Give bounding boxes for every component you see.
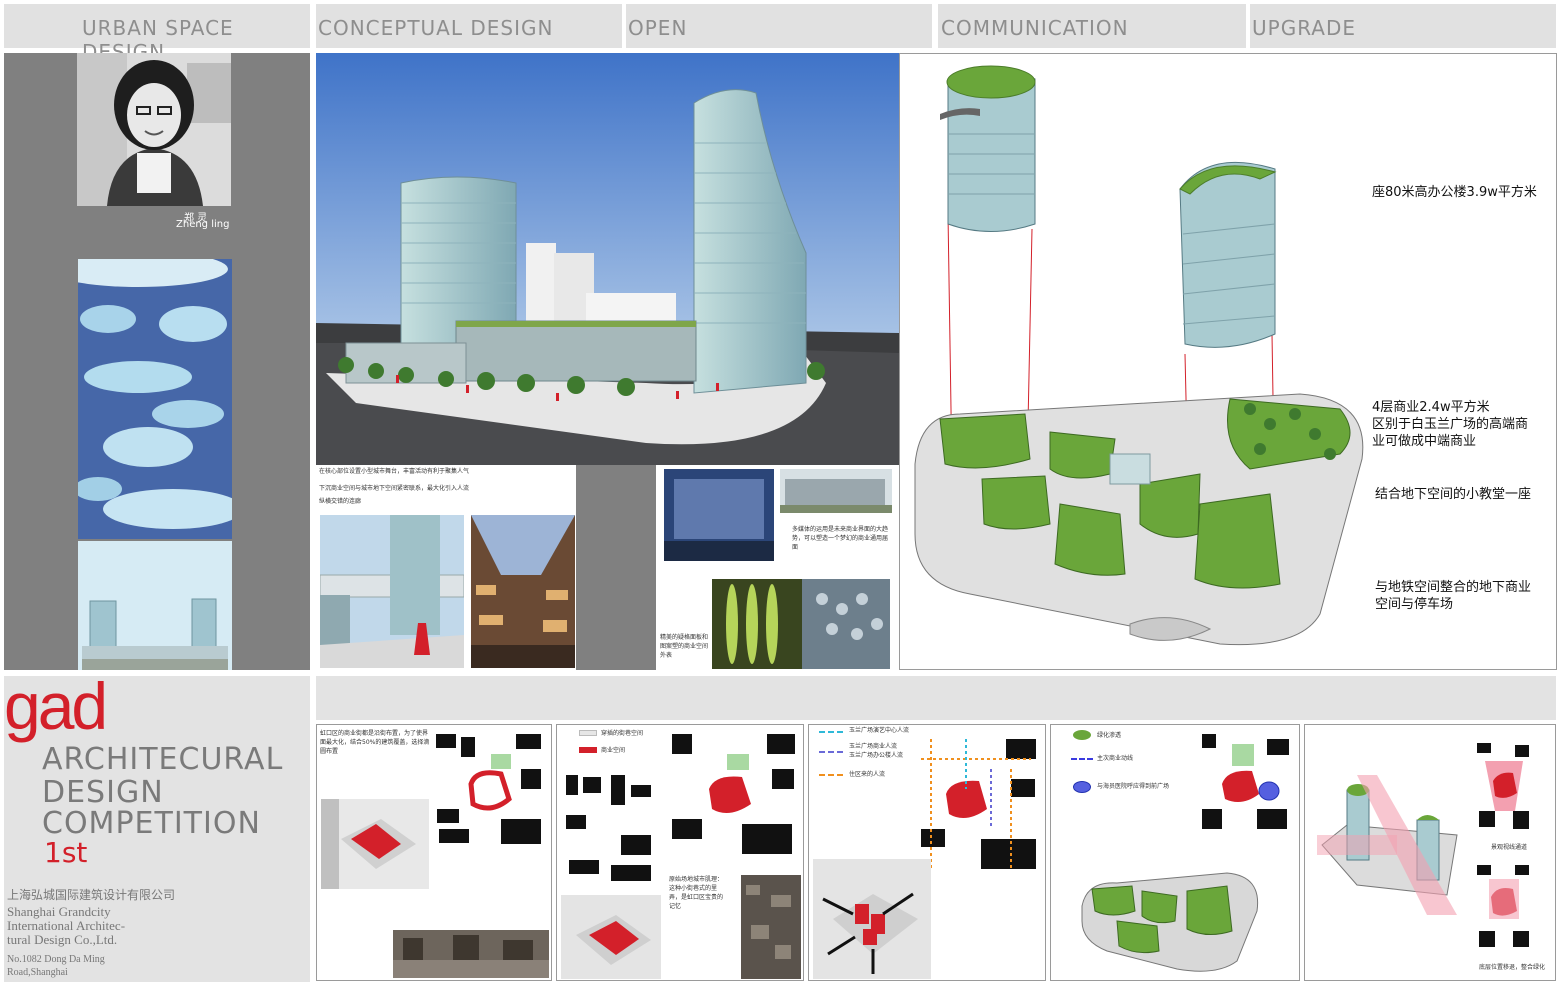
company-en-3: tural Design Co.,Ltd. (7, 932, 118, 947)
tab-label: COMMUNICATION (941, 16, 1129, 40)
main-street-rendering (316, 53, 899, 465)
mall-interior-photo (471, 515, 575, 668)
legend-line-3 (819, 774, 843, 776)
green-plan (1197, 729, 1295, 839)
branding-panel: gad ARCHITECURAL DESIGN COMPETITION 1st … (4, 669, 310, 982)
facade-note-2: 精美的疑格面板和图案塑的商业空间外表 (660, 634, 709, 659)
tab-urban-space-design[interactable]: URBAN SPACE DESIGN (4, 4, 310, 64)
legend-line-1 (819, 731, 843, 733)
massing-arrows (813, 859, 931, 979)
massing-model-2 (561, 895, 661, 979)
title-line-2: DESIGN (42, 775, 164, 810)
tab-conceptual-design[interactable]: CONCEPTUAL DESIGN (316, 4, 622, 48)
analysis-header-strip (316, 676, 1556, 720)
label-church: 结合地下空间的小教堂一座 (1375, 487, 1532, 502)
address-1: No.1082 Dong Da Ming (7, 954, 105, 965)
aerial-photo (741, 875, 801, 979)
analysis-panel-green: 绿化渗透 主次商业动线 与海员医院呼应得到前广场 (1050, 724, 1300, 981)
flow-plan (911, 729, 1043, 879)
facade-note-1: 多媒体的运用是未来商业界面的大趋势，可以塑造一个梦幻的商业通用届面 (792, 526, 889, 551)
analysis-panel-texture: 穿插的街巷空间 商业空间 原始场地城市肌理：这种小街巷式的里弄，是虹口区宝贵的记… (556, 724, 804, 981)
elevation-rendering (78, 541, 232, 670)
sightline-plan-2 (1475, 861, 1533, 951)
layout-note: 虹口区的商业街都是沿街布置，为了使界面最大化，结合50%的建筑覆盖，选择滴圆布置 (320, 730, 430, 755)
flow-legend-2: 玉兰广场商业人流 (849, 743, 898, 750)
concept-note-1: 在核心部位设置小型城市舞台，丰富活动有利于聚集人气 (319, 468, 470, 475)
texture-note: 原始场地城市肌理：这种小街巷式的里弄，是虹口区宝贵的记忆 (669, 876, 724, 910)
massing-model-1 (321, 799, 429, 889)
sightline-plan-1 (1475, 741, 1533, 833)
analysis-panel-layout: 虹口区的商业街都是沿街布置，为了使界面最大化，结合50%的建筑覆盖，选择滴圆布置 (316, 724, 552, 981)
green-legend-1: 绿化渗透 (1097, 732, 1122, 739)
label-retail-2: 区别于白玉兰广场的高端商 (1372, 417, 1529, 432)
legend-commercial: 商业空间 (601, 747, 626, 754)
label-retail-3: 业可做成中端商业 (1372, 434, 1477, 449)
abstract-painting (78, 259, 232, 539)
tab-open[interactable]: OPEN (626, 4, 932, 48)
label-metro-2: 空间与停车场 (1375, 597, 1454, 612)
tab-label: CONCEPTUAL DESIGN (318, 16, 554, 40)
title-line-1: ARCHITECURAL (42, 742, 284, 777)
street-facade-photo (780, 469, 892, 513)
green-axonometric (1077, 851, 1277, 979)
legend-lane: 穿插的街巷空间 (601, 730, 644, 737)
gray-divider-block (576, 465, 656, 670)
address-2: Road,Shanghai (7, 967, 68, 978)
label-retail-1: 4层商业2.4w平方米 (1372, 400, 1490, 415)
flow-legend-1: 玉兰广场演艺中心人流 (849, 727, 910, 734)
tab-upgrade[interactable]: UPGRADE (1250, 4, 1556, 48)
tab-label: UPGRADE (1252, 16, 1357, 40)
company-cn: 上海弘城国际建筑设计有限公司 (7, 888, 176, 902)
gad-logo: gad (4, 669, 108, 743)
analysis-panel-flows: 玉兰广场演艺中心人流 玉兰广场商业人流 玉兰广场办公楼人流 住区来的人流 (808, 724, 1046, 981)
flow-legend-3: 住区来的人流 (849, 771, 886, 778)
rank-label: 1st (44, 836, 88, 869)
green-legend-2: 主次商业动线 (1097, 755, 1134, 762)
tab-communication[interactable]: COMMUNICATION (938, 4, 1246, 48)
bridge-rendering (320, 515, 464, 668)
legend-swatch-commercial (579, 747, 597, 753)
concept-note-2: 下沉商业空间与城市地下空间紧密联系，最大化引入人流 (319, 485, 470, 492)
sidebar: 郑 灵 Zheng ling (4, 53, 310, 670)
analysis-panel-sightline: 景观视线通道 底层位置移退，整合绿化 (1304, 724, 1556, 981)
label-metro-1: 与地铁空间整合的地下商业 (1375, 580, 1532, 595)
concept-notes-panel: 在核心部位设置小型城市舞台，丰富活动有利于聚集人气 下沉商业空间与城市地下空间紧… (316, 465, 576, 670)
legend-green-swatch (1073, 730, 1091, 740)
sightline-note-1: 景观视线通道 (1491, 844, 1528, 851)
green-facade-photo (712, 579, 890, 669)
sightline-note-2: 底层位置移退，整合绿化 (1479, 964, 1546, 971)
portrait-photo (77, 53, 231, 206)
tab-label: OPEN (628, 16, 688, 40)
label-office-tower: 座80米高办公楼3.9w平方米 (1372, 185, 1537, 200)
concept-note-3: 纵横交错的连廊 (319, 498, 362, 505)
site-plan-2b (667, 729, 801, 865)
facade-references-panel: 多媒体的运用是未来商业界面的大趋势，可以塑造一个梦幻的商业通用届面 精美的疑格面… (656, 465, 899, 670)
exploded-axonometric-panel: 座80米高办公楼3.9w平方米 4层商业2.4w平方米 区别于白玉兰广场的高端商… (899, 53, 1557, 670)
site-plan-1 (431, 729, 549, 849)
legend-line-2 (819, 751, 843, 753)
profile-name-en: Zheng ling (176, 219, 230, 230)
flow-legend-2b: 玉兰广场办公楼人流 (849, 752, 904, 759)
legend-swatch-lane (579, 730, 597, 736)
old-street-photo (393, 930, 549, 978)
green-legend-3: 与海员医院呼应得到前广场 (1097, 783, 1170, 790)
legend-plaza-swatch (1073, 781, 1091, 793)
media-facade-photo (664, 469, 774, 561)
site-plan-2 (561, 765, 661, 889)
sightline-axonometric (1317, 775, 1467, 925)
legend-route-line (1071, 758, 1093, 760)
